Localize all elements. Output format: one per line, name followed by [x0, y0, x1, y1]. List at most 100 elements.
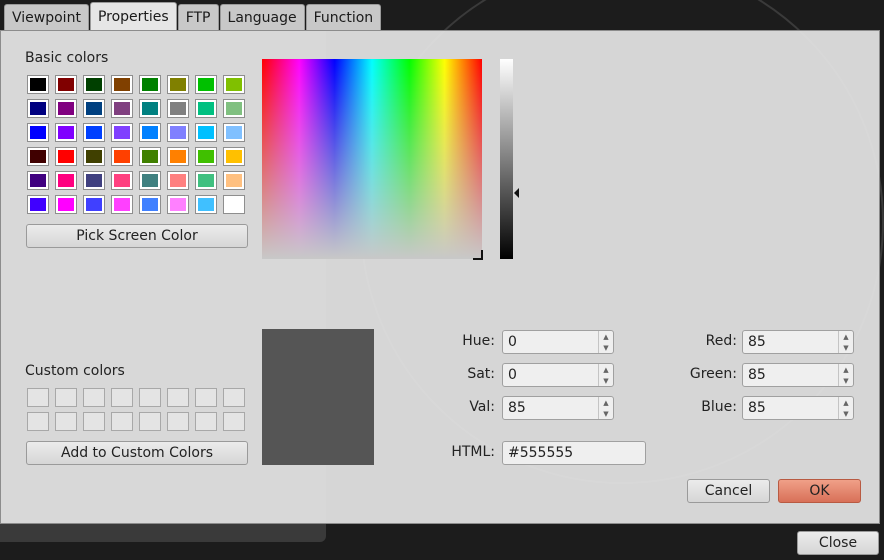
tab-language[interactable]: Language	[219, 4, 305, 31]
tab-function[interactable]: Function	[305, 4, 382, 31]
basic-color-swatch[interactable]	[83, 147, 105, 166]
basic-color-swatch[interactable]	[111, 123, 133, 142]
sat-spin-arrows-icon[interactable]: ▲ ▼	[598, 364, 613, 386]
cancel-button[interactable]: Cancel	[687, 479, 770, 503]
basic-color-swatch[interactable]	[167, 147, 189, 166]
tab-viewpoint[interactable]: Viewpoint	[4, 4, 89, 31]
custom-color-swatch[interactable]	[27, 388, 49, 407]
hue-spinbox[interactable]: 0 ▲ ▼	[502, 330, 614, 354]
basic-color-swatch[interactable]	[139, 171, 161, 190]
basic-color-swatch[interactable]	[195, 123, 217, 142]
custom-color-swatch[interactable]	[55, 388, 77, 407]
val-label: Val:	[469, 399, 495, 415]
blue-label: Blue:	[701, 399, 737, 415]
add-to-custom-colors-button[interactable]: Add to Custom Colors	[26, 441, 248, 465]
basic-color-swatch[interactable]	[27, 171, 49, 190]
basic-color-swatch[interactable]	[167, 99, 189, 118]
green-spin-arrows-icon[interactable]: ▲ ▼	[838, 364, 853, 386]
sat-spinbox[interactable]: 0 ▲ ▼	[502, 363, 614, 387]
basic-color-swatch[interactable]	[195, 171, 217, 190]
val-spinbox[interactable]: 85 ▲ ▼	[502, 396, 614, 420]
custom-color-swatch[interactable]	[139, 412, 161, 431]
basic-color-swatch[interactable]	[83, 171, 105, 190]
red-spinbox[interactable]: 85 ▲ ▼	[742, 330, 854, 354]
color-dialog: Basic colors Pick Screen Color Custom co…	[0, 30, 880, 524]
basic-color-swatch[interactable]	[223, 195, 245, 214]
pick-screen-color-button[interactable]: Pick Screen Color	[26, 224, 248, 248]
basic-color-swatch[interactable]	[167, 171, 189, 190]
basic-color-swatch[interactable]	[83, 123, 105, 142]
custom-color-swatch[interactable]	[27, 412, 49, 431]
basic-color-swatch[interactable]	[139, 147, 161, 166]
basic-color-swatch[interactable]	[167, 123, 189, 142]
custom-color-swatch[interactable]	[83, 412, 105, 431]
basic-color-swatch[interactable]	[55, 171, 77, 190]
basic-color-swatch[interactable]	[111, 147, 133, 166]
basic-color-swatch[interactable]	[195, 147, 217, 166]
custom-color-swatch[interactable]	[167, 412, 189, 431]
luminance-arrow-icon[interactable]	[514, 188, 519, 198]
basic-color-swatch[interactable]	[83, 195, 105, 214]
custom-color-swatch[interactable]	[195, 412, 217, 431]
basic-color-swatch[interactable]	[55, 147, 77, 166]
basic-color-swatch[interactable]	[55, 75, 77, 94]
basic-color-swatch[interactable]	[27, 75, 49, 94]
custom-color-swatch[interactable]	[83, 388, 105, 407]
spectrum-crosshair[interactable]	[473, 250, 483, 260]
basic-color-swatch[interactable]	[27, 123, 49, 142]
luminance-slider[interactable]	[500, 59, 513, 259]
basic-color-swatch[interactable]	[167, 195, 189, 214]
tab-ftp[interactable]: FTP	[177, 4, 219, 31]
green-value: 85	[748, 367, 766, 383]
custom-color-swatch[interactable]	[55, 412, 77, 431]
basic-color-swatch[interactable]	[223, 147, 245, 166]
custom-color-swatch[interactable]	[195, 388, 217, 407]
basic-color-swatch[interactable]	[111, 75, 133, 94]
basic-color-swatch[interactable]	[27, 147, 49, 166]
basic-color-swatch[interactable]	[55, 123, 77, 142]
basic-color-swatch[interactable]	[111, 195, 133, 214]
custom-color-swatch[interactable]	[139, 388, 161, 407]
ok-button[interactable]: OK	[778, 479, 861, 503]
red-spin-arrows-icon[interactable]: ▲ ▼	[838, 331, 853, 353]
color-spectrum[interactable]	[262, 59, 482, 259]
close-button[interactable]: Close	[797, 531, 879, 555]
basic-color-swatch[interactable]	[139, 123, 161, 142]
custom-color-swatch[interactable]	[111, 412, 133, 431]
custom-color-swatch[interactable]	[167, 388, 189, 407]
tab-bar: Viewpoint Properties FTP Language Functi…	[4, 2, 382, 31]
basic-color-swatch[interactable]	[111, 99, 133, 118]
html-color-input[interactable]: #555555	[502, 441, 646, 465]
basic-color-swatch[interactable]	[195, 75, 217, 94]
basic-color-swatch[interactable]	[223, 123, 245, 142]
basic-color-swatch[interactable]	[223, 75, 245, 94]
custom-color-swatch[interactable]	[111, 388, 133, 407]
basic-color-swatch[interactable]	[139, 75, 161, 94]
custom-color-swatch[interactable]	[223, 388, 245, 407]
val-spin-arrows-icon[interactable]: ▲ ▼	[598, 397, 613, 419]
custom-color-swatch[interactable]	[223, 412, 245, 431]
basic-color-swatch[interactable]	[223, 171, 245, 190]
basic-color-swatch[interactable]	[195, 99, 217, 118]
basic-color-swatch[interactable]	[223, 99, 245, 118]
val-value: 85	[508, 400, 526, 416]
basic-color-swatch[interactable]	[27, 195, 49, 214]
blue-spinbox[interactable]: 85 ▲ ▼	[742, 396, 854, 420]
green-spinbox[interactable]: 85 ▲ ▼	[742, 363, 854, 387]
tab-properties[interactable]: Properties	[89, 2, 177, 31]
blue-spin-arrows-icon[interactable]: ▲ ▼	[838, 397, 853, 419]
red-label: Red:	[705, 333, 737, 349]
basic-color-swatch[interactable]	[167, 75, 189, 94]
basic-color-swatch[interactable]	[83, 99, 105, 118]
sat-label: Sat:	[467, 366, 495, 382]
basic-color-swatch[interactable]	[111, 171, 133, 190]
basic-color-swatch[interactable]	[55, 99, 77, 118]
basic-color-swatch[interactable]	[139, 195, 161, 214]
sat-value: 0	[508, 367, 517, 383]
basic-color-swatch[interactable]	[139, 99, 161, 118]
hue-spin-arrows-icon[interactable]: ▲ ▼	[598, 331, 613, 353]
basic-color-swatch[interactable]	[27, 99, 49, 118]
basic-color-swatch[interactable]	[83, 75, 105, 94]
basic-color-swatch[interactable]	[55, 195, 77, 214]
basic-color-swatch[interactable]	[195, 195, 217, 214]
